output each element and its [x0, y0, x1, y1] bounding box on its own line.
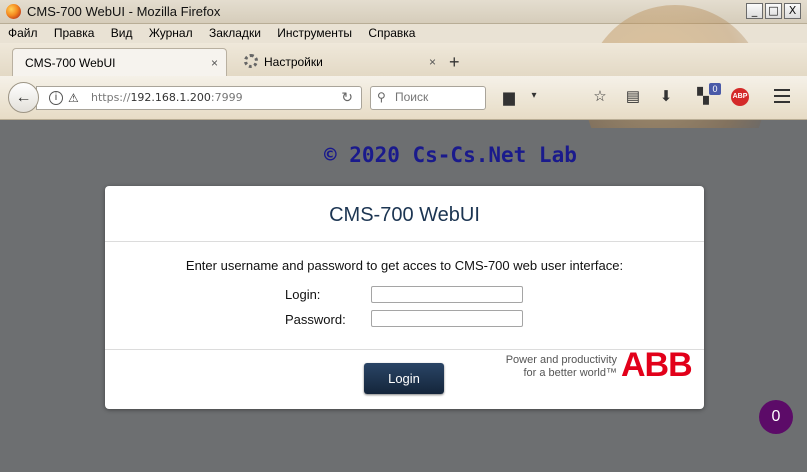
- info-icon[interactable]: i: [49, 91, 63, 105]
- download-icon[interactable]: ⬇: [656, 88, 676, 108]
- back-button[interactable]: ←: [8, 82, 39, 113]
- insecure-lock-icon[interactable]: ⚠: [68, 91, 79, 105]
- password-label: Password:: [285, 312, 346, 327]
- password-input[interactable]: [371, 310, 523, 327]
- close-window-button[interactable]: X: [784, 3, 801, 19]
- tab-label: Настройки: [264, 55, 323, 69]
- tab-strip: CMS-700 WebUI × Настройки × +: [0, 43, 807, 76]
- card-title: CMS-700 WebUI: [329, 204, 480, 226]
- maximize-button[interactable]: □: [765, 3, 782, 19]
- search-bar[interactable]: ⚲: [370, 86, 486, 110]
- search-icon: ⚲: [377, 90, 386, 104]
- firefox-icon: [6, 4, 21, 19]
- login-button[interactable]: Login: [364, 363, 444, 394]
- login-card: CMS-700 WebUI Enter username and passwor…: [105, 186, 704, 409]
- tab-close-icon[interactable]: ×: [429, 48, 436, 76]
- gear-icon: [244, 54, 258, 68]
- tab-settings[interactable]: Настройки ×: [232, 48, 444, 76]
- abb-logo: ABB: [621, 346, 693, 384]
- window-controls: _ □ X: [746, 3, 801, 19]
- login-instruction: Enter username and password to get acces…: [185, 258, 624, 273]
- bookmark-star-icon[interactable]: ☆: [590, 88, 610, 108]
- tab-close-icon[interactable]: ×: [211, 49, 218, 77]
- reload-icon[interactable]: ↻: [341, 89, 353, 106]
- divider: [105, 241, 704, 242]
- navigation-toolbar: i ⚠ https://192.168.1.200:7999 ↻ ← ⚲: [0, 76, 807, 120]
- menu-history[interactable]: Журнал: [141, 24, 198, 40]
- menu-file[interactable]: Файл: [0, 24, 43, 40]
- menu-edit[interactable]: Правка: [46, 24, 100, 40]
- reading-list-icon[interactable]: ▤: [623, 88, 643, 108]
- menu-bar: Файл Правка Вид Журнал Закладки Инструме…: [0, 24, 807, 43]
- screenshot-icon[interactable]: ▆: [499, 89, 519, 109]
- tab-cms700[interactable]: CMS-700 WebUI ×: [12, 48, 227, 76]
- menu-tools[interactable]: Инструменты: [269, 24, 357, 40]
- window-title: CMS-700 WebUI - Mozilla Firefox: [27, 4, 221, 19]
- tab-label: CMS-700 WebUI: [25, 56, 116, 70]
- menu-help[interactable]: Справка: [360, 24, 420, 40]
- page-content: © 2020 Cs-Cs.Net Lab CMS-700 WebUI Enter…: [0, 128, 807, 472]
- minimize-button[interactable]: _: [746, 3, 763, 19]
- adblock-plus-icon[interactable]: ABP: [731, 88, 749, 106]
- extension-badge: 0: [709, 83, 721, 95]
- menu-hamburger-icon[interactable]: [774, 89, 790, 107]
- notification-counter[interactable]: 0: [759, 400, 793, 434]
- window-titlebar: CMS-700 WebUI - Mozilla Firefox _ □ X: [0, 0, 807, 24]
- copyright-banner: © 2020 Cs-Cs.Net Lab: [324, 143, 577, 167]
- login-label: Login:: [285, 287, 321, 302]
- menu-bookmarks[interactable]: Закладки: [201, 24, 266, 40]
- menu-view[interactable]: Вид: [103, 24, 138, 40]
- url-bar[interactable]: i ⚠ https://192.168.1.200:7999 ↻: [36, 86, 362, 110]
- login-input[interactable]: [371, 286, 523, 303]
- dropdown-arrow-icon[interactable]: ▾: [524, 87, 544, 107]
- search-input[interactable]: [395, 90, 483, 104]
- url-text[interactable]: https://192.168.1.200:7999: [91, 91, 243, 104]
- new-tab-button[interactable]: +: [449, 48, 460, 76]
- abb-tagline: Power and productivity for a better worl…: [505, 354, 617, 379]
- divider: [105, 349, 704, 350]
- back-arrow-icon: ←: [15, 89, 32, 106]
